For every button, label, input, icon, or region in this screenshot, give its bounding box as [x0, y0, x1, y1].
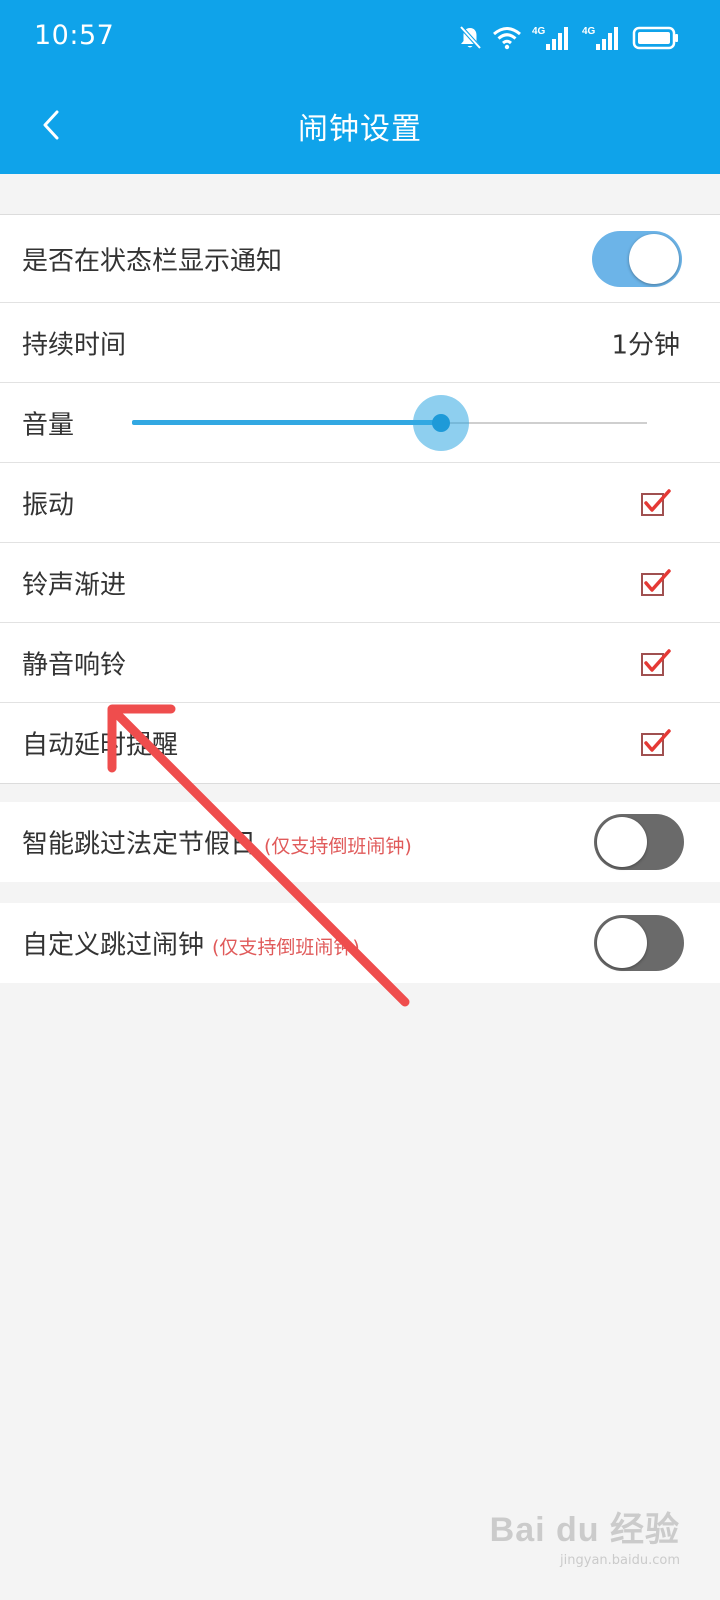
vibrate-row[interactable]: 振动 — [0, 463, 720, 543]
status-time: 10:57 — [34, 20, 115, 51]
show-notification-label: 是否在状态栏显示通知 — [22, 246, 283, 276]
network-label: 4G — [532, 26, 546, 37]
vibrate-checkbox[interactable] — [640, 487, 672, 519]
vibrate-label: 振动 — [22, 490, 75, 520]
gradual-ring-label: 铃声渐进 — [22, 570, 127, 600]
volume-slider[interactable] — [132, 393, 647, 453]
show-notification-row[interactable]: 是否在状态栏显示通知 — [0, 215, 720, 303]
settings-list: 是否在状态栏显示通知 持续时间 1分钟 音量 振动 铃声渐进 静音响铃 自动延时… — [0, 214, 720, 784]
status-icons: 4G 4G — [458, 22, 680, 54]
silent-ring-label: 静音响铃 — [22, 650, 127, 680]
silent-ring-row[interactable]: 静音响铃 — [0, 623, 720, 703]
duration-value[interactable]: 1分钟 — [611, 324, 680, 361]
auto-snooze-row[interactable]: 自动延时提醒 — [0, 703, 720, 783]
auto-snooze-label: 自动延时提醒 — [22, 730, 179, 761]
toggle-knob — [597, 817, 647, 867]
auto-snooze-checkbox[interactable] — [640, 727, 672, 759]
toggle-knob — [629, 233, 679, 284]
custom-skip-toggle[interactable] — [594, 915, 684, 971]
baidu-jingyan-watermark: Bai du 经验 jingyan.baidu.com — [490, 1502, 680, 1568]
custom-skip-label: 自定义跳过闹钟 — [22, 930, 205, 961]
wifi-icon — [493, 27, 521, 50]
app-header: 闹钟设置 — [0, 76, 720, 174]
signal-4g-icon: 4G — [582, 26, 618, 50]
show-notification-toggle[interactable] — [592, 230, 682, 287]
slider-thumb[interactable] — [432, 413, 450, 432]
skip-holidays-note: (仅支持倒班闹钟) — [264, 835, 412, 858]
bell-muted-icon — [459, 25, 482, 50]
volume-label: 音量 — [22, 410, 75, 440]
custom-skip-note: (仅支持倒班闹钟) — [212, 936, 360, 959]
silent-ring-checkbox[interactable] — [640, 647, 672, 679]
alarm-settings-screen: 10:57 4G 4G 闹钟设置 是否在状态栏显示通知 持续时间 1分钟 音量 … — [0, 0, 720, 1600]
skip-holidays-row[interactable]: 智能跳过法定节假日 (仅支持倒班闹钟) — [0, 802, 720, 882]
skip-holidays-toggle[interactable] — [594, 814, 684, 870]
gradual-ring-row[interactable]: 铃声渐进 — [0, 543, 720, 623]
watermark-url: jingyan.baidu.com — [560, 1553, 680, 1568]
volume-row: 音量 — [0, 383, 720, 463]
gradual-ring-checkbox[interactable] — [640, 567, 672, 599]
signal-4g-icon: 4G — [532, 26, 568, 50]
skip-holidays-text: 智能跳过法定节假日 (仅支持倒班闹钟) — [22, 824, 412, 861]
custom-skip-inner: 自定义跳过闹钟 (仅支持倒班闹钟) — [0, 903, 720, 983]
page-title: 闹钟设置 — [298, 112, 422, 147]
skip-holidays-label: 智能跳过法定节假日 — [22, 829, 257, 860]
duration-row[interactable]: 持续时间 1分钟 — [0, 303, 720, 383]
network-label: 4G — [582, 26, 596, 37]
custom-skip-row[interactable]: 自定义跳过闹钟 (仅支持倒班闹钟) — [0, 903, 720, 983]
watermark-logo: Bai du 经验 — [489, 1511, 680, 1549]
toggle-knob — [597, 918, 647, 968]
status-bar: 10:57 4G 4G — [0, 0, 720, 76]
skip-holidays-inner: 智能跳过法定节假日 (仅支持倒班闹钟) — [0, 802, 720, 882]
duration-label: 持续时间 — [22, 330, 127, 360]
slider-fill — [132, 419, 441, 425]
custom-skip-text: 自定义跳过闹钟 (仅支持倒班闹钟) — [22, 925, 360, 962]
battery-icon — [632, 26, 678, 50]
